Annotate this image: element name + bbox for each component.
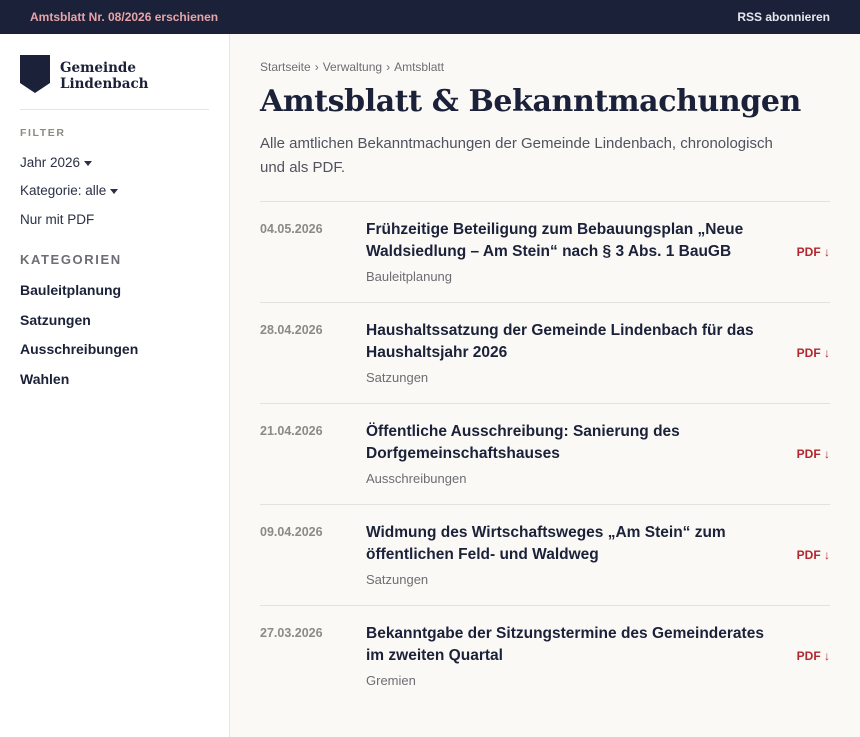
pdf-download-link[interactable]: PDF ↓	[797, 548, 830, 562]
list-item: 04.05.2026 Frühzeitige Beteiligung zum B…	[260, 202, 830, 303]
page-title: Amtsblatt & Bekanntmachungen	[260, 84, 801, 119]
sidebar-category-ausschreibungen[interactable]: Ausschreibungen	[20, 335, 209, 365]
breadcrumb: Startseite › Verwaltung › Amtsblatt	[260, 59, 830, 75]
item-body: Frühzeitige Beteiligung zum Bebauungspla…	[366, 219, 766, 302]
item-category: Ausschreibungen	[366, 471, 467, 486]
item-date: 28.04.2026	[260, 323, 323, 337]
item-date: 21.04.2026	[260, 424, 323, 438]
rss-subscribe-link[interactable]: RSS abonnieren	[737, 10, 830, 24]
item-title-link[interactable]: Haushaltssatzung der Gemeinde Lindenbach…	[366, 320, 766, 364]
issue-notice[interactable]: Amtsblatt Nr. 08/2026 erschienen	[30, 10, 218, 24]
item-title-link[interactable]: Frühzeitige Beteiligung zum Bebauungspla…	[366, 219, 766, 263]
sidebar-category-bauleitplanung[interactable]: Bauleitplanung	[20, 276, 209, 306]
list-item: 27.03.2026 Bekanntgabe der Sitzungstermi…	[260, 606, 830, 707]
main-content: Startseite › Verwaltung › Amtsblatt Amts…	[230, 34, 860, 737]
pdf-download-link[interactable]: PDF ↓	[797, 245, 830, 259]
breadcrumb-verwaltung[interactable]: Verwaltung	[323, 60, 382, 74]
filter-category-label: Kategorie: alle	[20, 183, 107, 199]
announcement-list: 04.05.2026 Frühzeitige Beteiligung zum B…	[260, 201, 830, 707]
page-intro: Alle amtlichen Bekanntmachungen der Geme…	[260, 135, 773, 176]
shield-logo-icon	[20, 55, 50, 93]
logo-text: Gemeinde Lindenbach	[60, 60, 149, 92]
filter-year-dropdown[interactable]: Jahr 2026	[20, 148, 209, 177]
caret-down-icon	[110, 189, 119, 195]
top-bar: Amtsblatt Nr. 08/2026 erschienen RSS abo…	[0, 0, 860, 34]
content-column: Startseite › Verwaltung › Amtsblatt Amts…	[260, 59, 830, 707]
filter-category-dropdown[interactable]: Kategorie: alle	[20, 177, 209, 206]
breadcrumb-separator: ›	[314, 60, 319, 74]
item-category: Satzungen	[366, 370, 429, 385]
caret-down-icon	[84, 160, 93, 166]
filter-year-label: Jahr 2026	[20, 154, 81, 170]
breadcrumb-separator: ›	[386, 60, 391, 74]
sidebar-category-satzungen[interactable]: Satzungen	[20, 305, 209, 335]
breadcrumb-current: Amtsblatt	[394, 60, 445, 74]
breadcrumb-startseite[interactable]: Startseite	[260, 60, 311, 74]
item-date: 04.05.2026	[260, 222, 323, 236]
list-item: 21.04.2026 Öffentliche Ausschreibung: Sa…	[260, 404, 830, 505]
categories-heading: KATEGORIEN	[20, 251, 122, 267]
list-item: 09.04.2026 Widmung des Wirtschaftsweges …	[260, 505, 830, 606]
filter-pdf-only-label: Nur mit PDF	[20, 211, 95, 227]
sidebar: Gemeinde Lindenbach FILTER Jahr 2026 Kat…	[0, 34, 230, 737]
sidebar-category-wahlen[interactable]: Wahlen	[20, 364, 209, 394]
logo-line-2: Lindenbach	[60, 76, 149, 92]
pdf-download-link[interactable]: PDF ↓	[797, 447, 830, 461]
pdf-download-link[interactable]: PDF ↓	[797, 346, 830, 360]
item-date: 27.03.2026	[260, 626, 323, 640]
item-body: Bekanntgabe der Sitzungstermine des Geme…	[366, 623, 766, 707]
item-date: 09.04.2026	[260, 525, 323, 539]
item-body: Öffentliche Ausschreibung: Sanierung des…	[366, 421, 766, 504]
site-logo[interactable]: Gemeinde Lindenbach	[20, 55, 209, 110]
item-category: Bauleitplanung	[366, 269, 453, 284]
filter-pdf-only[interactable]: Nur mit PDF	[20, 205, 209, 234]
filter-heading: FILTER	[20, 127, 66, 139]
item-body: Widmung des Wirtschaftsweges „Am Stein“ …	[366, 522, 766, 605]
item-category: Satzungen	[366, 572, 429, 587]
item-title-link[interactable]: Widmung des Wirtschaftsweges „Am Stein“ …	[366, 522, 766, 566]
logo-line-1: Gemeinde	[60, 60, 136, 76]
item-title-link[interactable]: Öffentliche Ausschreibung: Sanierung des…	[366, 421, 766, 465]
list-item: 28.04.2026 Haushaltssatzung der Gemeinde…	[260, 303, 830, 404]
pdf-download-link[interactable]: PDF ↓	[797, 649, 830, 663]
item-title-link[interactable]: Bekanntgabe der Sitzungstermine des Geme…	[366, 623, 766, 667]
item-category: Gremien	[366, 673, 416, 688]
item-body: Haushaltssatzung der Gemeinde Lindenbach…	[366, 320, 766, 403]
page-layout: Gemeinde Lindenbach FILTER Jahr 2026 Kat…	[0, 34, 860, 737]
